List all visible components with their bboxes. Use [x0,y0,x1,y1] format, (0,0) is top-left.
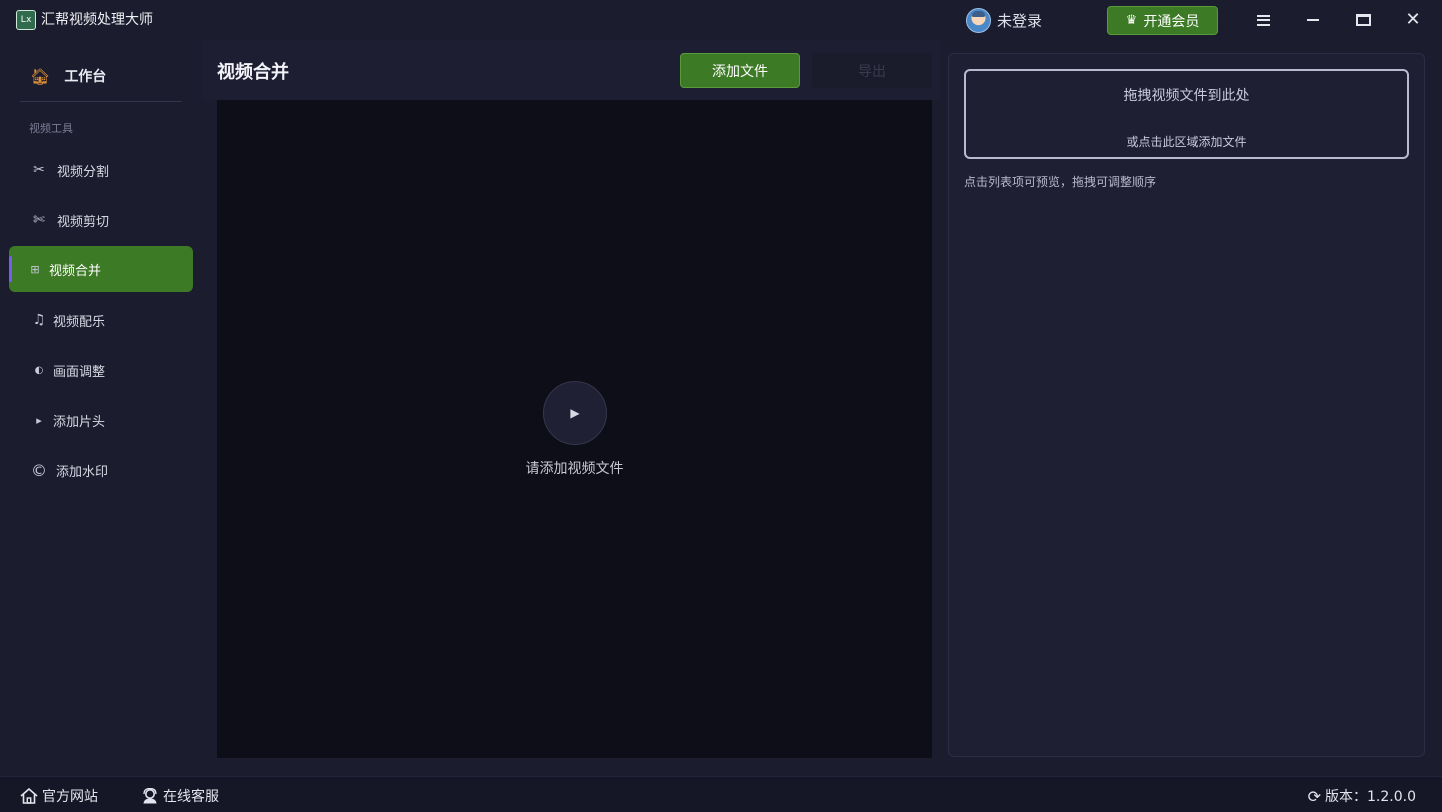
play-button[interactable]: ▶ [543,381,607,445]
bottom-bar: 官方网站 在线客服 ⟳ 版本：1.2.0.0 [0,776,1442,812]
close-icon: ✕ [1405,9,1421,30]
sidebar-item-video-merge[interactable]: ⊞ 视频合并 [9,246,193,292]
page-title: 视频合并 [217,62,289,83]
online-service-link[interactable]: 在线客服 [141,786,219,806]
cut-icon: ✄ [33,212,45,228]
export-button[interactable]: 导出 [812,53,932,88]
video-preview-area[interactable]: ▶ 请添加视频文件 [217,100,932,758]
sidebar-item-add-intro[interactable]: ▸ 添加片头 [9,397,193,443]
refresh-icon: ⟳ [1307,786,1322,806]
sidebar-item-label: 视频合并 [49,263,102,279]
section-label-video-tools: 视频工具 [29,122,73,135]
sidebar-item-video-split[interactable]: ✂ 视频分割 [9,147,193,193]
play-triangle-icon: ▸ [36,413,42,427]
sidebar-item-workbench[interactable]: 🏠︎ 工作台 [30,66,106,86]
empty-preview-hint: 请添加视频文件 [525,461,624,477]
file-list-panel: 拖拽视频文件到此处 或点击此区域添加文件 点击列表项可预览，拖拽可调整顺序 [948,53,1425,757]
scissors-icon: ✂ [33,162,45,178]
sidebar-item-label: 添加片头 [53,414,106,430]
close-button[interactable]: ✕ [1395,5,1431,35]
contrast-icon: ◐ [34,364,44,376]
sidebar-item-picture-adjust[interactable]: ◐ 画面调整 [9,347,193,393]
user-login-area[interactable]: 未登录 [966,7,1042,33]
crown-icon: ♛ [1125,13,1138,28]
sidebar-divider [20,101,182,102]
home-icon [20,788,38,804]
hamburger-menu-icon [1256,14,1270,26]
home-icon: 🏠︎ [30,66,51,86]
title-bar: Lx 汇帮视频处理大师 未登录 ♛ 开通会员 ✕ [0,0,1442,40]
sidebar-item-label: 视频分割 [57,164,110,180]
sidebar-item-label: 视频剪切 [57,214,110,230]
sidebar-item-label: 视频配乐 [53,314,106,330]
app-title: 汇帮视频处理大师 [41,12,153,28]
avatar-icon [966,7,991,33]
merge-icon: ⊞ [30,262,40,276]
sidebar: 🏠︎ 工作台 视频工具 ✂ 视频分割 ✄ 视频剪切 ⊞ 视频合并 ♫ 视频配乐 … [0,40,202,776]
sidebar-item-label: 画面调整 [53,364,106,380]
sidebar-item-video-music[interactable]: ♫ 视频配乐 [9,297,193,343]
file-list-hint: 点击列表项可预览，拖拽可调整顺序 [964,175,1157,189]
version-label: 版本：1.2.0.0 [1325,789,1416,805]
file-dropzone[interactable]: 拖拽视频文件到此处 或点击此区域添加文件 [964,69,1409,159]
sidebar-item-video-cut[interactable]: ✄ 视频剪切 [9,197,193,243]
workbench-label: 工作台 [64,69,107,85]
sidebar-item-add-watermark[interactable]: © 添加水印 [9,447,193,493]
dropzone-title: 拖拽视频文件到此处 [1123,88,1250,104]
minimize-button[interactable] [1295,5,1331,35]
copyright-icon: © [31,460,47,480]
customer-service-icon [143,788,157,804]
version-info: ⟳ 版本：1.2.0.0 [1308,786,1416,806]
official-website-link[interactable]: 官方网站 [20,786,98,806]
open-membership-label: 开通会员 [1143,13,1200,30]
menu-button[interactable] [1245,5,1281,35]
maximize-button[interactable] [1345,5,1381,35]
add-file-button[interactable]: 添加文件 [680,53,800,88]
minimize-icon [1307,19,1319,21]
official-website-label: 官方网站 [42,789,98,805]
app-logo-icon: Lx [16,10,36,30]
sidebar-item-label: 添加水印 [56,464,109,480]
dropzone-subtitle: 或点击此区域添加文件 [1126,135,1247,149]
login-status-label: 未登录 [997,11,1043,30]
music-note-icon: ♫ [32,312,46,328]
play-icon: ▶ [570,406,580,420]
online-service-label: 在线客服 [163,789,219,805]
maximize-icon [1355,14,1371,26]
open-membership-button[interactable]: ♛ 开通会员 [1107,6,1218,35]
